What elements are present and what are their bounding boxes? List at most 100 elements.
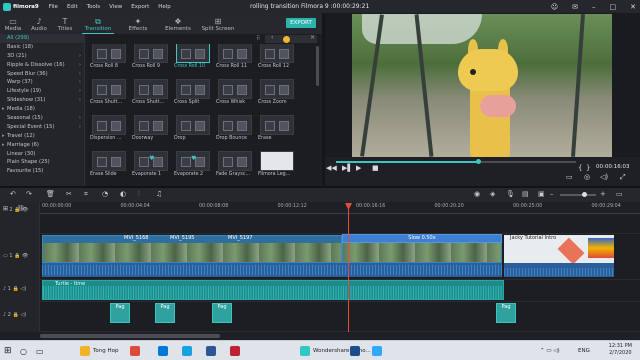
- display-icon[interactable]: ▭: [566, 173, 573, 181]
- stop-icon[interactable]: ■: [372, 164, 379, 172]
- sfx-clip[interactable]: Pag: [496, 303, 516, 323]
- sidebar-item[interactable]: Warp (37) ›: [0, 78, 84, 87]
- play-icon[interactable]: ▶▌: [342, 164, 353, 172]
- sidebar-item[interactable]: All (299): [0, 34, 84, 43]
- taskbar-app[interactable]: [350, 345, 360, 357]
- speaker-icon[interactable]: ◁): [20, 286, 26, 292]
- close-icon[interactable]: ✕: [630, 3, 636, 11]
- transition-item[interactable]: Drop Bounce: [216, 115, 254, 152]
- sidebar-item[interactable]: Plain Shape (25): [0, 158, 84, 167]
- eye-icon[interactable]: 👁: [22, 207, 28, 213]
- lock-icon[interactable]: 🔒: [13, 286, 19, 292]
- sfx-clip[interactable]: Pag: [212, 303, 232, 323]
- search-icon[interactable]: ○: [20, 345, 27, 357]
- transition-item[interactable]: Cross Shutt...: [90, 79, 128, 116]
- fit-timeline-icon[interactable]: ▭: [616, 190, 623, 198]
- transition-item[interactable]: Erase Slide: [90, 151, 128, 186]
- menu-export[interactable]: Export: [131, 4, 149, 10]
- sfx-clip[interactable]: Pag: [110, 303, 130, 323]
- timeline-scrollbar[interactable]: [40, 332, 640, 340]
- preview-seekbar[interactable]: [336, 159, 576, 164]
- zoom-handle[interactable]: [582, 192, 587, 197]
- transition-item[interactable]: Cross Roll 11: [216, 44, 254, 80]
- library-scrollbar[interactable]: [316, 46, 319, 86]
- tab-audio[interactable]: ♪ Audio: [26, 17, 52, 34]
- audio-mixer-icon[interactable]: ⫶: [138, 190, 140, 199]
- timeline-playhead[interactable]: [345, 203, 352, 333]
- account-icon[interactable]: ☺: [551, 3, 558, 11]
- lock-icon[interactable]: 🔒: [14, 207, 20, 213]
- maximize-icon[interactable]: □: [610, 3, 617, 11]
- sidebar-item[interactable]: 3D (21) ›: [0, 52, 84, 61]
- sidebar-item[interactable]: ▸ Media (18): [0, 105, 84, 114]
- sidebar-item[interactable]: Special Event (15) ›: [0, 123, 84, 132]
- seek-handle[interactable]: [475, 159, 481, 164]
- sidebar-item[interactable]: Speed Blur (36) ›: [0, 70, 84, 79]
- render-icon[interactable]: ◉: [474, 190, 480, 198]
- transition-item[interactable]: ♥ Evaporate 1: [132, 151, 170, 186]
- cut-icon[interactable]: ✂: [66, 190, 72, 198]
- eye-icon[interactable]: 👁: [22, 253, 28, 259]
- undo-icon[interactable]: ↶: [10, 190, 16, 198]
- menu-file[interactable]: File: [49, 4, 58, 10]
- transition-item[interactable]: Cross Roll 8: [90, 44, 128, 80]
- delete-icon[interactable]: 🗑: [46, 190, 55, 198]
- taskbar-app[interactable]: [158, 345, 168, 357]
- system-tray-icons[interactable]: ⌃ ▭ ◁): [540, 345, 560, 357]
- timeline-ruler[interactable]: 00:00:00:00 00:00:04:04 00:00:08:08 00:00:1…: [40, 202, 640, 217]
- taskbar-app[interactable]: Tong Hop: [80, 345, 119, 357]
- menu-help[interactable]: Help: [158, 4, 171, 10]
- redo-icon[interactable]: ↷: [26, 190, 32, 198]
- sidebar-item[interactable]: Slideshow (31) ›: [0, 96, 84, 105]
- transition-item[interactable]: Fade Graysc...: [216, 151, 254, 186]
- transition-item[interactable]: Doorway: [132, 115, 170, 152]
- lock-icon[interactable]: 🔒: [14, 253, 20, 259]
- chevron-left-icon[interactable]: ‹: [271, 34, 273, 41]
- taskbar-app[interactable]: [130, 345, 140, 357]
- sidebar-item[interactable]: Ripple & Dissolve (16) ›: [0, 61, 84, 70]
- transition-item[interactable]: Cross Roll 10: [174, 44, 212, 80]
- marker-icon[interactable]: ◈: [490, 190, 495, 198]
- minimize-icon[interactable]: –: [592, 3, 596, 11]
- mark-in-icon[interactable]: {: [578, 164, 582, 172]
- zoom-in-icon[interactable]: +: [600, 190, 606, 198]
- expand-icon[interactable]: ▸: [2, 132, 5, 141]
- mark-out-icon[interactable]: }: [586, 164, 590, 172]
- speed-badge[interactable]: Slow 0.50x: [342, 234, 502, 243]
- sfx-clip[interactable]: Pag: [155, 303, 175, 323]
- fullscreen-icon[interactable]: ⤢: [620, 173, 626, 182]
- color-icon[interactable]: ◐: [120, 190, 126, 198]
- transition-item[interactable]: Cross Roll 12: [258, 44, 296, 80]
- lock-icon[interactable]: 🔒: [13, 312, 19, 318]
- sidebar-item[interactable]: Seasonal (15) ›: [0, 114, 84, 123]
- crop-icon[interactable]: ⌗: [84, 190, 88, 199]
- sidebar-item[interactable]: Linear (30): [0, 150, 84, 159]
- transition-item[interactable]: Drop: [174, 115, 212, 152]
- tab-transition[interactable]: ⧉ Transition: [78, 17, 118, 34]
- transition-item[interactable]: ♥ Evaporate 2: [174, 151, 212, 186]
- task-view-icon[interactable]: ▭: [36, 345, 44, 357]
- audio-mix-icon[interactable]: ▤: [522, 190, 529, 198]
- transition-item[interactable]: Erase: [258, 115, 296, 152]
- transition-item[interactable]: Dispersion ...: [90, 115, 128, 152]
- play-button[interactable]: ▶: [356, 164, 361, 172]
- volume-icon[interactable]: ◁): [600, 173, 608, 181]
- transition-item[interactable]: Filmora Leg...: [258, 151, 296, 186]
- favorite-icon[interactable]: ♥: [149, 155, 154, 162]
- menu-tools[interactable]: Tools: [87, 4, 101, 10]
- transition-item[interactable]: Cross Roll 9: [132, 44, 170, 80]
- taskbar-app[interactable]: [230, 345, 240, 357]
- expand-icon[interactable]: ▸: [2, 105, 5, 114]
- export-button[interactable]: EXPORT: [286, 18, 316, 28]
- expand-icon[interactable]: ▸: [2, 141, 5, 150]
- scrollbar-thumb[interactable]: [40, 334, 220, 338]
- sidebar-item[interactable]: Favourite (15): [0, 167, 84, 176]
- speed-icon[interactable]: ◔: [102, 190, 108, 198]
- snapshot-icon[interactable]: ▣: [538, 190, 545, 198]
- voiceover-icon[interactable]: 🎙: [506, 190, 515, 198]
- tab-split-screen[interactable]: ⊞ Split Screen: [198, 17, 238, 34]
- sidebar-item[interactable]: ▸ Travel (12): [0, 132, 84, 141]
- zoom-out-icon[interactable]: –: [550, 190, 554, 198]
- sidebar-item[interactable]: ▸ Marriage (6): [0, 141, 84, 150]
- transition-item[interactable]: Cross Zoom: [258, 79, 296, 116]
